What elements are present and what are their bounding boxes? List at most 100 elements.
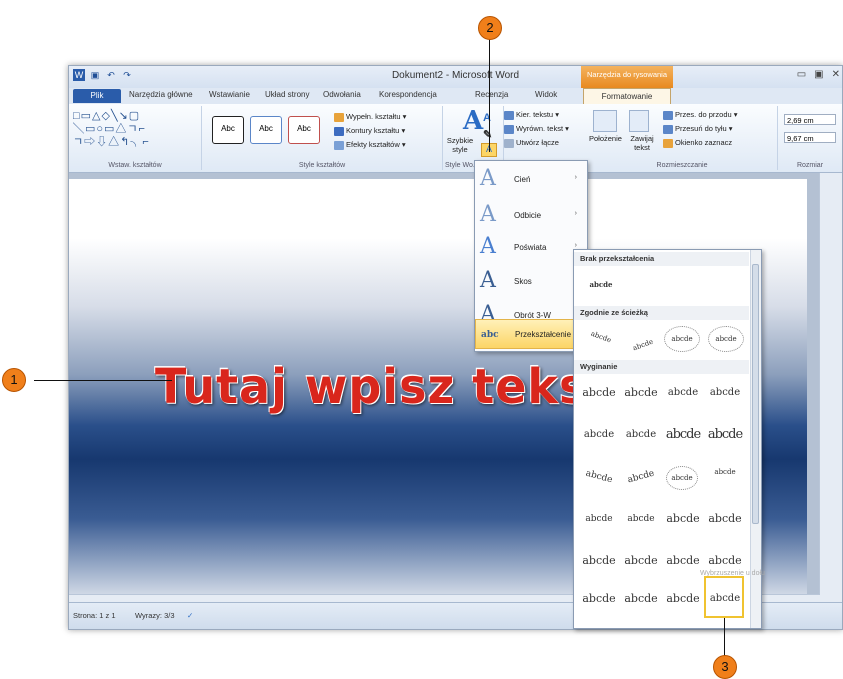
warp-option[interactable]: abcde [578,420,620,450]
shape-outline-label: Kontury kształtu [346,126,400,135]
create-link-label: Utwórz łącze [516,138,559,147]
insert-shapes-group: □▭△◇╲↘▢ ╲▭○▭△ㄱ⌐ ㄱ⇨⇩△↰╮⌐ Wstaw. kształtów [69,106,202,170]
menu-item-reflection[interactable]: A Odbicie › [475,199,585,233]
warp-option[interactable]: abcde [704,378,746,408]
text-direction-icon [504,110,514,120]
shape-outline-button[interactable]: Kontury kształtu ▾ [334,126,405,136]
tab-home[interactable]: Narzędzia główne [129,90,193,99]
warp-option[interactable]: abcde [620,546,662,576]
position-button[interactable]: Położenie [589,134,622,143]
warp-option[interactable]: abcde [620,420,662,450]
bring-forward-label: Przes. do przodu [675,110,732,119]
maximize-button[interactable]: ▣ [814,69,823,80]
callout-3-line [724,618,725,656]
bring-forward-button[interactable]: Przes. do przodu ▾ [663,110,738,120]
menu-item-transform[interactable]: abc Przekształcenie › [475,319,585,349]
tab-references[interactable]: Odwołania [323,90,361,99]
wrap-icon[interactable] [629,110,649,132]
warp-option[interactable]: abcde [578,378,620,408]
text-outline-icon[interactable]: ✎ [483,128,492,141]
send-backward-button[interactable]: Przesuń do tyłu ▾ [663,124,733,134]
tab-page-layout[interactable]: Układ strony [265,90,309,99]
minimize-button[interactable]: ▭ [797,69,806,80]
follow-path-circle[interactable]: abcde [664,326,700,352]
menu-item-glow[interactable]: A Poświata › [475,231,585,265]
callout-3: 3 [713,655,737,679]
warp-option[interactable]: abcde [704,462,746,492]
tab-view[interactable]: Widok [535,90,557,99]
quick-styles-button[interactable]: Szybkie style [445,136,475,154]
window-controls: ▭ ▣ ✕ [797,69,840,80]
menu-item-label: Przekształcenie [515,330,572,339]
gallery-scroll-thumb[interactable] [752,264,759,524]
shapes-gallery[interactable]: □▭△◇╲↘▢ ╲▭○▭△ㄱ⌐ ㄱ⇨⇩△↰╮⌐ [73,110,150,149]
page-count[interactable]: Strona: 1 z 1 [73,611,116,620]
insert-shapes-label: Wstaw. kształtów [108,162,162,169]
warp-option[interactable]: abcde [662,420,704,450]
warp-option[interactable]: abcde [578,584,620,614]
send-backward-label: Przesuń do tyłu [675,124,727,133]
align-text-icon [504,124,514,134]
warp-option[interactable]: abcde [617,457,665,497]
submenu-arrow-icon: › [574,242,577,249]
warp-option[interactable]: abcde [662,504,704,534]
callout-2: 2 [478,16,502,40]
vertical-scrollbar[interactable] [819,173,842,604]
create-link-button[interactable]: Utwórz łącze [504,138,559,148]
width-input[interactable]: 9,67 cm [784,132,836,143]
fill-icon [334,112,344,122]
align-text-button[interactable]: Wyrówn. tekst ▾ [504,124,569,134]
no-transform-option[interactable]: abcde [580,270,622,300]
warp-option[interactable]: abcde [620,378,662,408]
shape-styles-group: Abc Abc Abc Wypełn. kształtu ▾ Kontury k… [202,106,443,170]
outline-icon [334,126,344,136]
tab-format[interactable]: Formatowanie [583,88,671,104]
callout-2-line [489,38,490,152]
menu-item-bevel[interactable]: A Skos › [475,265,585,299]
title-bar: W ▣ ↶ ↷ Narzędzia do rysowania Dokument2… [69,66,842,88]
link-icon [504,138,514,148]
text-direction-label: Kier. tekstu [516,110,554,119]
text-direction-button[interactable]: Kier. tekstu ▾ [504,110,559,120]
follow-path-button[interactable]: abcde [708,326,744,352]
style-sample-1[interactable]: Abc [212,116,244,144]
shape-styles-label: Style kształtów [298,162,346,169]
tab-file[interactable]: Plik [73,89,121,103]
wordart-text[interactable]: Tutaj wpisz tekst [155,358,610,415]
tab-mailings[interactable]: Korespondencja [379,90,437,99]
tab-review[interactable]: Recenzja [475,90,508,99]
warp-option[interactable]: abcde [662,584,704,614]
tab-insert[interactable]: Wstawianie [209,90,250,99]
selection-pane-button[interactable]: Okienko zaznacz [663,138,732,148]
warp-option[interactable]: abcde [578,504,620,534]
warp-option[interactable]: abcde [704,504,746,534]
warp-option[interactable]: abcde [666,466,698,490]
no-transform-header: Brak przekształcenia [574,252,749,266]
selection-pane-label: Okienko zaznacz [675,138,733,147]
menu-item-shadow[interactable]: A Cień › [475,163,585,197]
warp-option[interactable]: abcde [620,504,662,534]
word-count[interactable]: Wyrazy: 3/3 [135,611,175,620]
size-group: 2,69 cm 9,67 cm Rozmiar [778,106,842,170]
submenu-arrow-icon: › [574,174,577,181]
quick-styles-icon[interactable]: A [463,106,483,136]
warp-option[interactable]: abcde [578,546,620,576]
warp-option[interactable]: abcde [620,584,662,614]
warp-option[interactable]: abcde [662,378,704,408]
shape-fill-button[interactable]: Wypełn. kształtu ▾ [334,112,406,122]
wrap-text-button[interactable]: Zawijaj tekst [627,134,657,152]
position-icon[interactable] [593,110,617,132]
proofing-icon[interactable]: ✓ [187,611,193,620]
height-input[interactable]: 2,69 cm [784,114,836,125]
text-effects-menu: A Cień › A Odbicie › A Poświata › A Skos… [474,160,588,352]
close-button[interactable]: ✕ [832,69,840,80]
style-sample-2[interactable]: Abc [250,116,282,144]
arrange-label: Rozmieszczanie [656,162,708,169]
effects-icon [334,140,344,150]
warp-option[interactable]: abcde [575,457,623,497]
shape-effects-button[interactable]: Efekty kształtów ▾ [334,140,406,150]
warp-option[interactable]: abcde [704,420,746,450]
warp-option[interactable]: abcde [662,546,704,576]
style-sample-3[interactable]: Abc [288,116,320,144]
shape-fill-label: Wypełn. kształtu [346,112,401,121]
